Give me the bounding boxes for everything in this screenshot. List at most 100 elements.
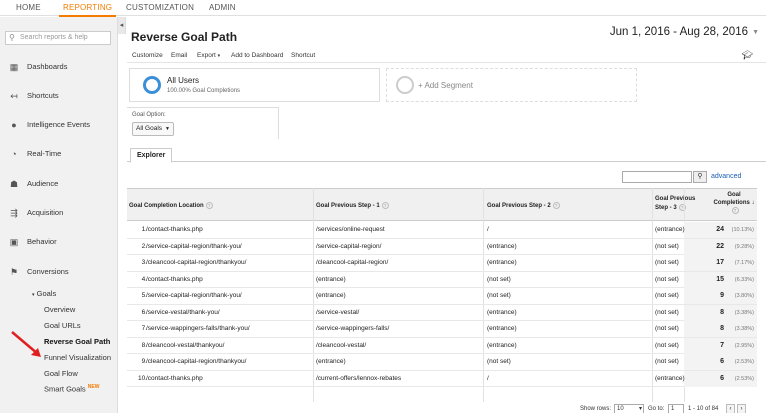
previous-step-3[interactable]: (not set) <box>655 325 679 332</box>
row-index: 10. <box>137 374 147 382</box>
sidebar-goals-group[interactable]: ▾ Goals <box>32 289 56 298</box>
completions-percent: (2.53%) <box>734 359 754 365</box>
previous-step-1[interactable]: /services/online-request <box>316 226 385 233</box>
sidebar-item-smart-goals[interactable]: Smart Goals NEW <box>44 384 99 394</box>
goal-completion-location[interactable]: /cleancool-capital-region/thankyou/ <box>146 358 246 365</box>
previous-step-3[interactable]: (entrance) <box>655 375 685 382</box>
sidebar-item-goal-flow[interactable]: Goal Flow <box>44 369 78 378</box>
goto-input[interactable]: 1 <box>668 404 684 413</box>
graduation-cap-icon[interactable]: 🎓︎ <box>742 50 753 61</box>
previous-step-3[interactable]: (not set) <box>655 309 679 316</box>
tab-admin[interactable]: ADMIN <box>209 3 236 12</box>
previous-step-2[interactable]: (entrance) <box>487 325 517 332</box>
sidebar-item-reverse-goal-path[interactable]: Reverse Goal Path <box>44 337 110 346</box>
export-label: Export <box>197 52 216 59</box>
column-header-step3[interactable]: Goal Previous Step - 3? <box>655 195 695 213</box>
previous-step-1[interactable]: /service-capital-region/ <box>316 243 381 250</box>
column-header-step2[interactable]: Goal Previous Step - 2? <box>487 202 560 209</box>
help-icon[interactable]: ? <box>205 202 213 209</box>
sidebar-collapse-button[interactable]: ◂ <box>118 17 126 34</box>
next-page-button[interactable]: › <box>737 404 746 413</box>
add-segment-button[interactable]: + Add Segment <box>386 68 637 102</box>
previous-step-1[interactable]: (entrance) <box>316 292 346 299</box>
column-header-completions[interactable]: Goal Completions ↓ ? <box>711 191 757 215</box>
sidebar-item-funnel-visualization[interactable]: Funnel Visualization <box>44 353 111 362</box>
goal-completion-location[interactable]: /cleancool-vestal/thankyou/ <box>146 342 224 349</box>
previous-step-3[interactable]: (not set) <box>655 276 679 283</box>
sidebar-item-behavior[interactable]: ▣ Behavior <box>0 235 118 249</box>
previous-step-2[interactable]: (entrance) <box>487 309 517 316</box>
table-row: 15 (6.33%) 4./contact-thanks.php (entrance)… <box>127 271 757 288</box>
previous-step-3[interactable]: (not set) <box>655 243 679 250</box>
sidebar-item-intelligence-events[interactable]: ● Intelligence Events <box>0 118 118 132</box>
row-index: 1. <box>141 226 147 233</box>
help-icon[interactable]: ? <box>552 202 560 209</box>
goal-option-select[interactable]: All Goals ▼ <box>132 122 174 136</box>
sidebar-item-acquisition[interactable]: ⇶ Acquisition <box>0 206 118 220</box>
show-rows-select[interactable]: 10 ▾ <box>614 404 644 413</box>
chevron-down-icon: ▼ <box>165 126 170 132</box>
page-title: Reverse Goal Path <box>131 30 238 44</box>
tab-reporting[interactable]: REPORTING <box>58 3 117 17</box>
previous-step-1[interactable]: /cleancool-vestal/ <box>316 342 366 349</box>
previous-step-3[interactable]: (not set) <box>655 292 679 299</box>
help-icon[interactable]: ? <box>731 207 739 214</box>
goal-completion-location[interactable]: /service-vestal/thank-you/ <box>146 309 220 316</box>
previous-step-1[interactable]: /service-vestal/ <box>316 309 359 316</box>
previous-step-2[interactable]: (entrance) <box>487 342 517 349</box>
goal-completion-location[interactable]: /contact-thanks.php <box>146 276 203 283</box>
previous-step-3[interactable]: (entrance) <box>655 226 685 233</box>
chevron-down-icon[interactable]: ▼ <box>752 29 759 36</box>
previous-step-3[interactable]: (not set) <box>655 358 679 365</box>
segment-all-users[interactable]: All Users 100.00% Goal Completions <box>129 68 380 102</box>
previous-step-2[interactable]: / <box>487 226 489 233</box>
goal-completion-location[interactable]: /contact-thanks.php <box>146 375 203 382</box>
previous-step-1[interactable]: /service-wappingers-falls/ <box>316 325 389 332</box>
advanced-link[interactable]: advanced <box>711 173 741 180</box>
customize-button[interactable]: Customize <box>132 52 163 59</box>
previous-step-3[interactable]: (not set) <box>655 259 679 266</box>
column-header-step1[interactable]: Goal Previous Step - 1? <box>316 202 389 209</box>
previous-step-2[interactable]: (entrance) <box>487 243 517 250</box>
previous-step-2[interactable]: (entrance) <box>487 259 517 266</box>
export-button[interactable]: Export ▾ <box>197 52 220 59</box>
previous-step-1[interactable]: (entrance) <box>316 276 346 283</box>
table-search-button[interactable]: ⚲ <box>693 171 707 183</box>
email-button[interactable]: Email <box>171 52 187 59</box>
goal-completion-location[interactable]: /cleancool-capital-region/thankyou/ <box>146 259 246 266</box>
add-to-dashboard-button[interactable]: Add to Dashboard <box>231 52 283 59</box>
previous-step-1[interactable]: /current-offers/lennox-rebates <box>316 375 401 382</box>
sidebar-item-conversions[interactable]: ⚑ Conversions <box>0 265 118 279</box>
sidebar-item-overview[interactable]: Overview <box>44 305 75 314</box>
goal-completion-location[interactable]: /service-wappingers-falls/thank-you/ <box>146 325 250 332</box>
behavior-icon: ▣ <box>9 237 19 247</box>
sidebar-item-audience[interactable]: ☗ Audience <box>0 177 118 191</box>
tab-home[interactable]: HOME <box>16 3 41 12</box>
sidebar-item-goal-urls[interactable]: Goal URLs <box>44 321 81 330</box>
column-header-location[interactable]: Goal Completion Location? <box>129 202 213 209</box>
previous-step-2[interactable]: / <box>487 375 489 382</box>
sidebar-item-dashboards[interactable]: ▦ Dashboards <box>0 60 118 74</box>
previous-step-2[interactable]: (not set) <box>487 358 511 365</box>
previous-step-2[interactable]: (not set) <box>487 292 511 299</box>
sidebar-item-shortcuts[interactable]: ↤ Shortcuts <box>0 89 118 103</box>
goal-completion-location[interactable]: /contact-thanks.php <box>146 226 203 233</box>
table-row: 6 (2.53%) 10./contact-thanks.php/current-o… <box>127 370 757 387</box>
previous-step-3[interactable]: (not set) <box>655 342 679 349</box>
tab-customization[interactable]: CUSTOMIZATION <box>126 3 194 12</box>
search-icon: ⚲ <box>697 173 703 180</box>
sidebar-item-real-time[interactable]: ◔ Real-Time <box>0 147 118 161</box>
table-search-input[interactable] <box>622 171 692 183</box>
previous-page-button[interactable]: ‹ <box>726 404 735 413</box>
tab-explorer[interactable]: Explorer <box>130 148 173 163</box>
goal-completion-location[interactable]: /service-capital-region/thank-you/ <box>146 292 242 299</box>
help-icon[interactable]: ? <box>381 202 389 209</box>
previous-step-1[interactable]: (entrance) <box>316 358 346 365</box>
previous-step-2[interactable]: (not set) <box>487 276 511 283</box>
previous-step-1[interactable]: /cleancool-capital-region/ <box>316 259 388 266</box>
sidebar-search-input[interactable]: ⚲ Search reports & help <box>5 31 111 45</box>
sidebar-item-label: Conversions <box>27 267 69 276</box>
shortcut-button[interactable]: Shortcut <box>291 52 315 59</box>
date-range-picker[interactable]: Jun 1, 2016 - Aug 28, 2016 <box>610 26 748 38</box>
goal-completion-location[interactable]: /service-capital-region/thank-you/ <box>146 243 242 250</box>
